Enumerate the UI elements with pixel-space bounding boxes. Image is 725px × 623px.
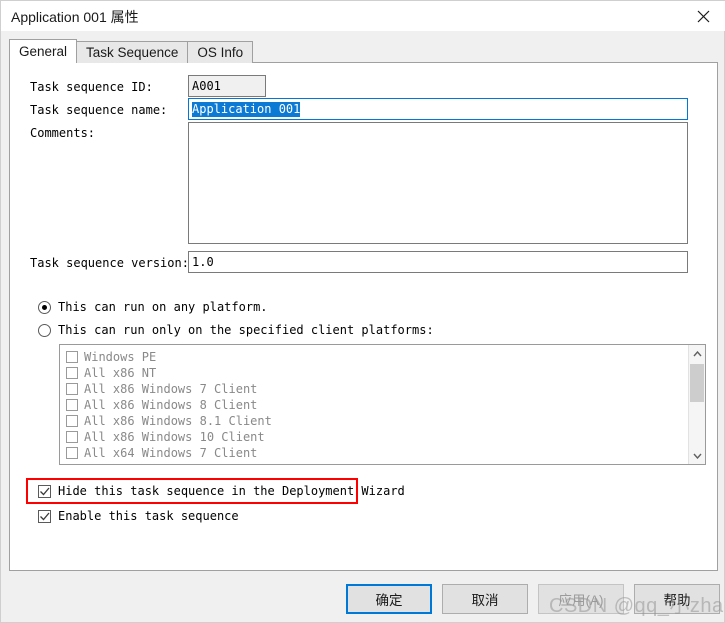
list-item-label: All x86 NT: [84, 366, 157, 380]
checkbox-icon[interactable]: [66, 447, 78, 459]
list-item[interactable]: All x86 Windows 8 Client: [66, 397, 688, 413]
cancel-button[interactable]: 取消: [442, 584, 528, 614]
tab-strip: General Task Sequence OS Info: [9, 39, 254, 63]
properties-dialog: Application 001 属性 General Task Sequence…: [0, 0, 725, 623]
scrollbar-thumb[interactable]: [690, 364, 704, 402]
tab-task-sequence[interactable]: Task Sequence: [76, 41, 189, 63]
scroll-down-icon[interactable]: [689, 447, 705, 464]
task-sequence-name-value: Application 001: [192, 101, 301, 117]
hide-task-sequence-checkbox-row[interactable]: Hide this task sequence in the Deploymen…: [38, 484, 405, 498]
ok-button[interactable]: 确定: [346, 584, 432, 614]
radio-specific-platforms-label: This can run only on the specified clien…: [58, 323, 434, 337]
enable-task-sequence-label: Enable this task sequence: [58, 509, 239, 523]
list-item-label: Windows PE: [84, 350, 157, 364]
list-item[interactable]: All x86 NT: [66, 365, 688, 381]
list-item[interactable]: Windows PE: [66, 349, 688, 365]
general-tab-panel: Task sequence ID: Task sequence name: Ap…: [9, 62, 718, 571]
enable-task-sequence-checkbox[interactable]: [38, 509, 51, 523]
task-sequence-version-label: Task sequence version:: [30, 256, 189, 270]
task-sequence-id-label: Task sequence ID:: [30, 80, 153, 94]
checkbox-icon[interactable]: [66, 399, 78, 411]
checkbox-icon[interactable]: [66, 415, 78, 427]
checkbox-icon[interactable]: [66, 431, 78, 443]
task-sequence-name-input[interactable]: Application 001: [188, 98, 688, 120]
scroll-up-icon[interactable]: [689, 345, 705, 362]
comments-textarea[interactable]: [188, 122, 688, 244]
hide-task-sequence-label: Hide this task sequence in the Deploymen…: [58, 484, 405, 498]
platform-list-box[interactable]: Windows PE All x86 NT All x86 Windows 7 …: [59, 344, 706, 465]
list-item[interactable]: All x64 Windows 7 Client: [66, 445, 688, 461]
list-item-label: All x86 Windows 10 Client: [84, 430, 265, 444]
list-item-label: All x86 Windows 7 Client: [84, 382, 258, 396]
radio-row-any-platform[interactable]: This can run on any platform.: [38, 300, 268, 314]
platform-list-scrollbar[interactable]: [688, 345, 705, 464]
close-icon[interactable]: [681, 1, 725, 31]
list-item-label: All x64 Windows 7 Client: [84, 446, 258, 460]
enable-task-sequence-checkbox-row[interactable]: Enable this task sequence: [38, 509, 239, 523]
list-item-label: All x86 Windows 8 Client: [84, 398, 258, 412]
task-sequence-name-label: Task sequence name:: [30, 103, 168, 117]
checkbox-icon[interactable]: [66, 383, 78, 395]
task-sequence-id-input[interactable]: [188, 75, 266, 97]
help-button[interactable]: 帮助: [634, 584, 720, 614]
task-sequence-version-input[interactable]: [188, 251, 688, 273]
radio-any-platform[interactable]: [38, 300, 51, 314]
tab-os-info[interactable]: OS Info: [187, 41, 254, 63]
checkbox-icon[interactable]: [66, 367, 78, 379]
title-bar: Application 001 属性: [1, 1, 725, 31]
radio-row-specific-platforms[interactable]: This can run only on the specified clien…: [38, 323, 434, 337]
list-item-label: All x86 Windows 8.1 Client: [84, 414, 272, 428]
hide-task-sequence-checkbox[interactable]: [38, 484, 51, 498]
window-title: Application 001 属性: [11, 9, 139, 25]
apply-button: 应用(A): [538, 584, 624, 614]
tab-general[interactable]: General: [9, 39, 78, 63]
platform-list: Windows PE All x86 NT All x86 Windows 7 …: [60, 345, 688, 464]
list-item[interactable]: All x86 Windows 7 Client: [66, 381, 688, 397]
checkbox-icon[interactable]: [66, 351, 78, 363]
radio-specific-platforms[interactable]: [38, 323, 51, 337]
radio-any-platform-label: This can run on any platform.: [58, 300, 268, 314]
list-item[interactable]: All x86 Windows 8.1 Client: [66, 413, 688, 429]
list-item[interactable]: All x86 Windows 10 Client: [66, 429, 688, 445]
comments-label: Comments:: [30, 126, 96, 140]
